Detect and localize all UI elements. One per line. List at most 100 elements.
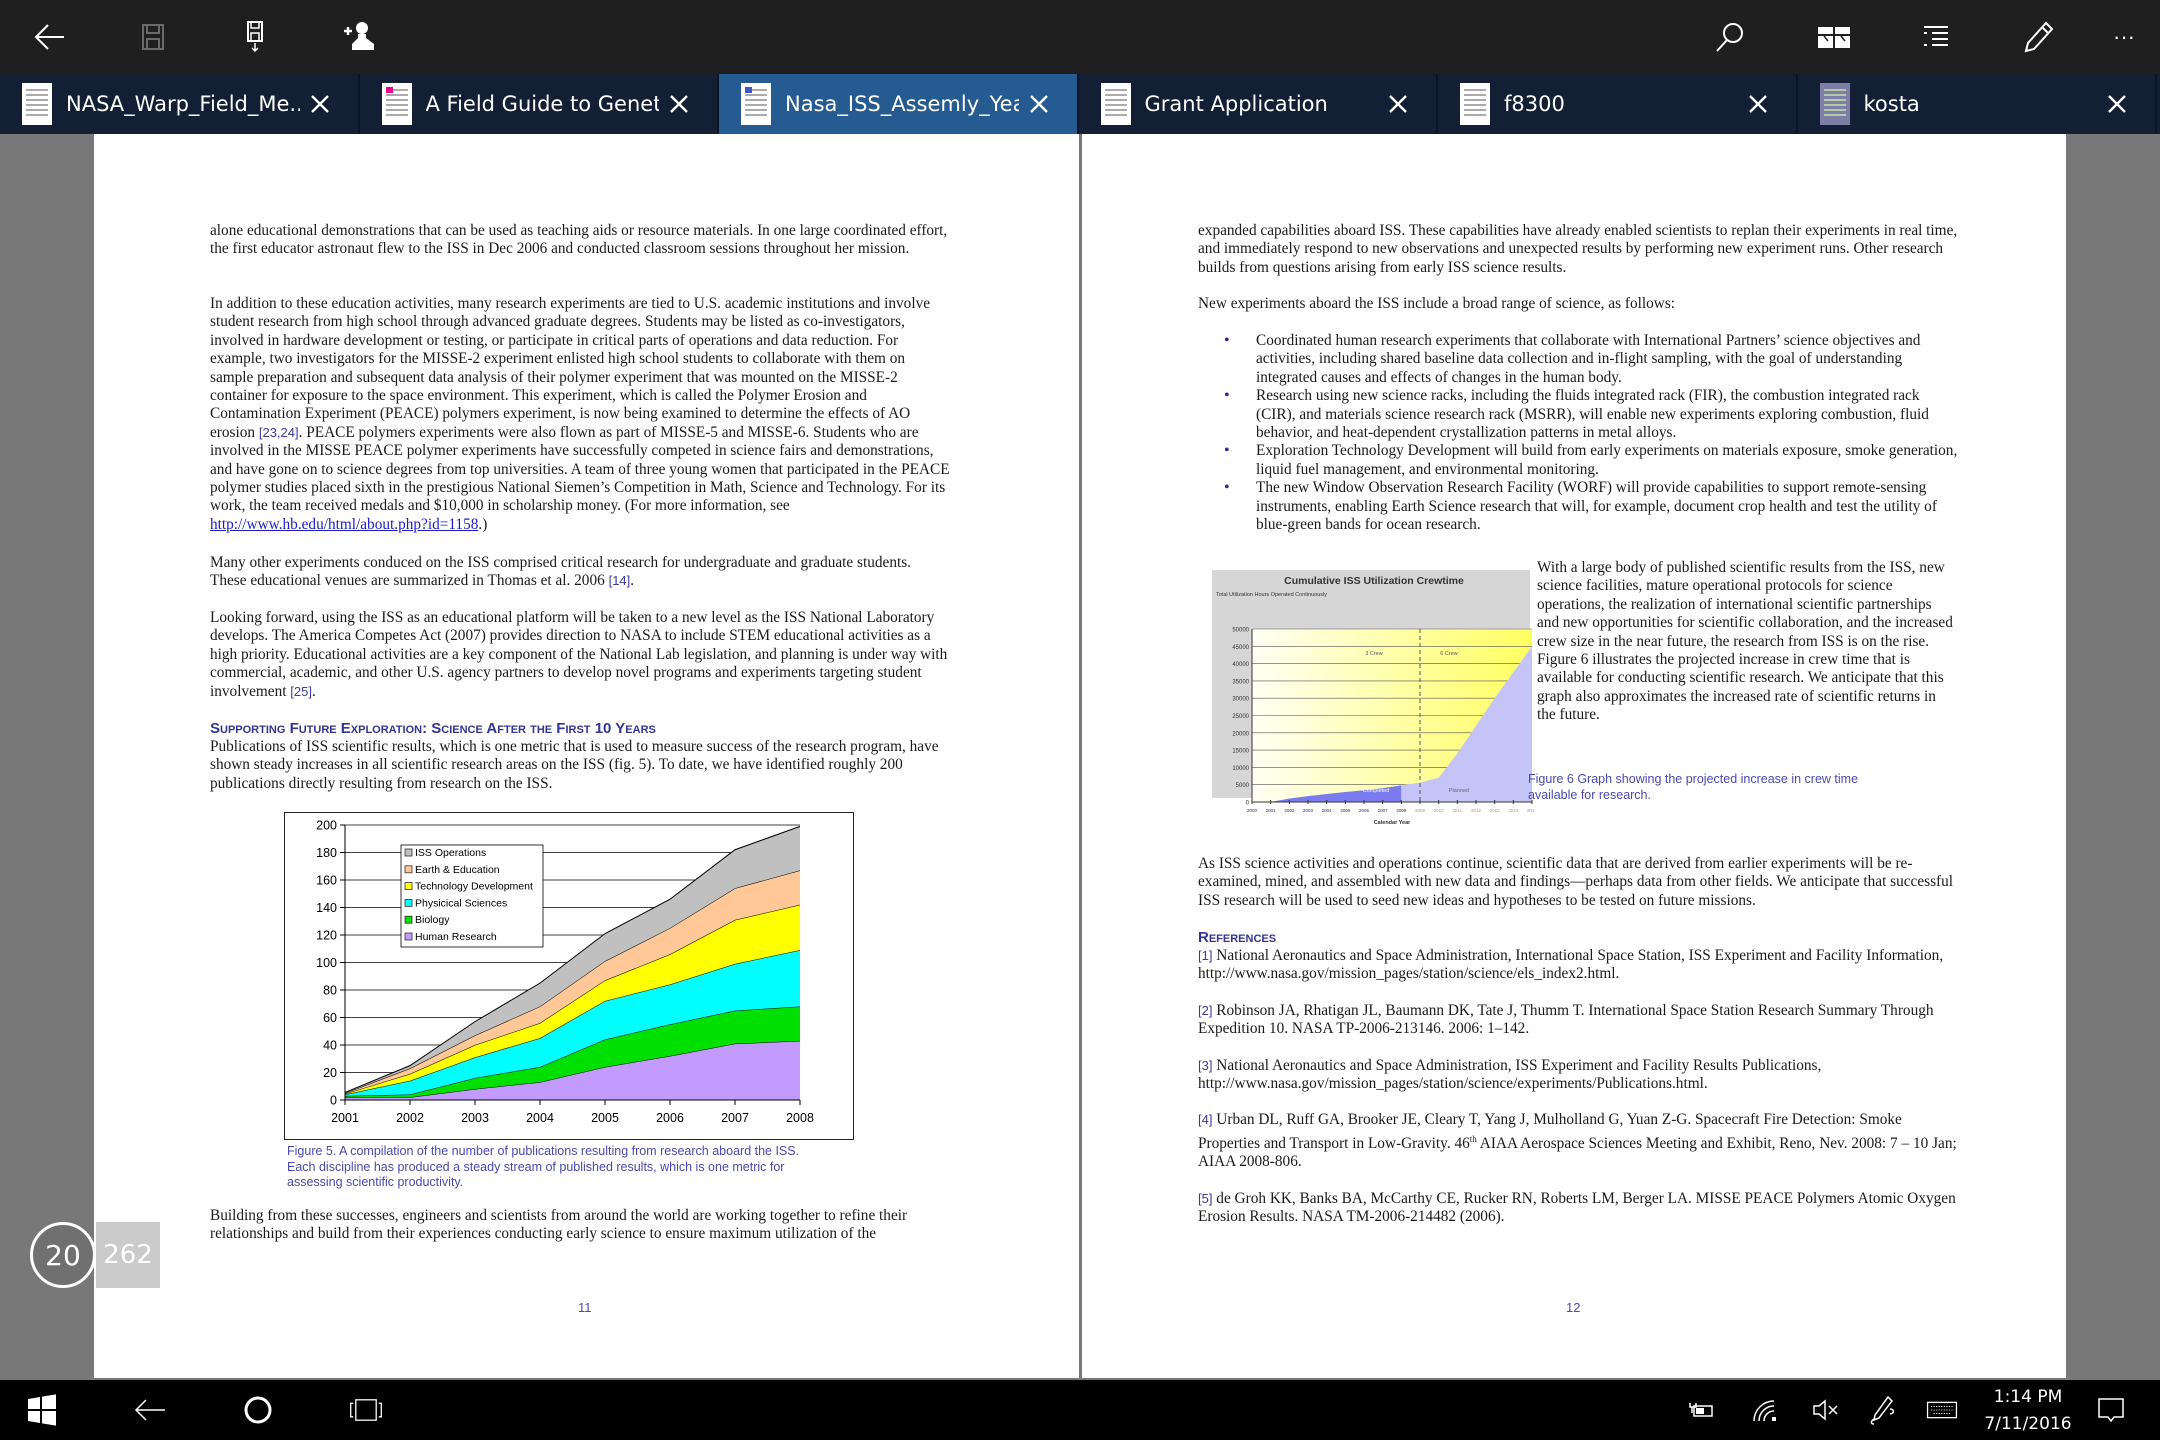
y-tick-label: 40000 xyxy=(1232,662,1249,668)
x-tick-label: 2003 xyxy=(1303,808,1314,813)
save-as-button[interactable] xyxy=(229,11,281,63)
pen-workspace-button[interactable] xyxy=(1866,1388,1900,1432)
citation-link[interactable]: [25] xyxy=(290,684,312,699)
more-button[interactable]: ··· xyxy=(2098,11,2150,63)
y-axis-label: Total Utilization Hours Operated Continu… xyxy=(1216,592,1327,598)
chart-legend: ISS Operations Earth & Education Technolog… xyxy=(400,844,544,948)
cortana-button[interactable] xyxy=(238,1388,278,1432)
tab-label: kosta xyxy=(1863,92,1920,116)
touch-keyboard-button[interactable] xyxy=(1922,1388,1962,1432)
section-heading: Supporting Future Exploration: Science A… xyxy=(210,720,656,737)
list-item: Exploration Technology Development will … xyxy=(1198,442,1958,479)
action-center-button[interactable] xyxy=(2094,1388,2128,1432)
x-tick-label: 2008 xyxy=(786,1111,814,1125)
tab-close-button[interactable] xyxy=(1378,84,1418,124)
clock-time: 1:14 PM xyxy=(1993,1387,2063,1407)
x-tick-label: 2000 xyxy=(1247,808,1258,813)
back-arrow-icon xyxy=(34,24,64,50)
tab-close-button[interactable] xyxy=(659,84,699,124)
legend-label: ISS Operations xyxy=(415,847,486,859)
document-tab[interactable]: kosta xyxy=(1798,74,2157,134)
y-tick-label: 45000 xyxy=(1232,645,1249,651)
pen-workspace-icon xyxy=(1870,1395,1895,1425)
tab-close-button[interactable] xyxy=(1019,84,1059,124)
x-tick-label: 2007 xyxy=(1378,808,1389,813)
share-user-button[interactable] xyxy=(332,11,384,63)
document-tab[interactable]: Grant Application xyxy=(1079,74,1438,134)
chart-annotation: 3 Crew xyxy=(1365,651,1382,657)
x-tick-label: 2009 xyxy=(1415,808,1426,813)
y-tick-label: 40 xyxy=(323,1039,337,1053)
volume-muted-icon xyxy=(1813,1399,1838,1421)
task-view-button[interactable] xyxy=(344,1388,388,1432)
search-button[interactable] xyxy=(1704,11,1756,63)
close-icon xyxy=(1389,95,1407,113)
document-viewer[interactable]: alone educational demonstrations that ca… xyxy=(0,134,2160,1378)
document-tab[interactable]: Nasa_ISS_Assemly_Years xyxy=(719,74,1079,134)
figure-5-chart: 0 20 40 60 80 100 120 140 160 180 200 2001 2002 2003 2… xyxy=(284,812,854,1140)
legend-label: Physicical Sciences xyxy=(415,897,507,909)
citation-link[interactable]: [23,24] xyxy=(259,425,299,440)
x-tick-label: 2001 xyxy=(331,1111,359,1125)
close-icon xyxy=(310,95,329,113)
x-tick-label: 2008 xyxy=(1396,808,1407,813)
battery-indicator[interactable] xyxy=(1686,1388,1720,1432)
crewtime-area-chart: Cumulative ISS Utilization Crewtime Total… xyxy=(1204,560,1538,830)
x-tick-label: 2015 xyxy=(1527,808,1534,813)
annotate-button[interactable] xyxy=(2012,11,2064,63)
page-12: expanded capabilities aboard ISS. These … xyxy=(1082,134,2066,1378)
document-tab[interactable]: f8300 xyxy=(1438,74,1798,134)
x-tick-label: 2013 xyxy=(1490,808,1501,813)
battery-charging-icon xyxy=(1689,1403,1713,1417)
x-tick-label: 2010 xyxy=(1434,808,1445,813)
network-indicator[interactable] xyxy=(1748,1388,1782,1432)
x-tick-label: 2003 xyxy=(461,1111,489,1125)
close-icon xyxy=(1029,95,1048,113)
outline-button[interactable] xyxy=(1910,11,1962,63)
y-tick-label: 35000 xyxy=(1232,679,1249,685)
back-icon xyxy=(134,1399,165,1421)
document-tab[interactable]: A Field Guide to Genet... xyxy=(360,74,719,134)
paragraph: New experiments aboard the ISS include a… xyxy=(1198,295,1676,312)
start-button[interactable] xyxy=(22,1388,62,1432)
x-tick-label: 2002 xyxy=(1284,808,1295,813)
y-tick-label: 120 xyxy=(316,929,337,943)
close-icon xyxy=(1748,95,1767,113)
citation-link[interactable]: [14] xyxy=(609,573,631,588)
reference-item: [1] National Aeronautics and Space Admin… xyxy=(1198,947,1944,983)
back-button[interactable] xyxy=(24,11,76,63)
tab-close-button[interactable] xyxy=(1738,84,1778,124)
document-thumbnail-icon xyxy=(22,83,52,125)
pen-icon xyxy=(2024,21,2054,53)
document-thumbnail-icon xyxy=(1819,83,1850,125)
volume-indicator[interactable] xyxy=(1808,1388,1842,1432)
tab-close-button[interactable] xyxy=(2097,84,2137,124)
paragraph: With a large body of published scientifi… xyxy=(1537,559,1953,724)
legend-swatch xyxy=(404,848,413,857)
tab-close-button[interactable] xyxy=(300,84,340,124)
page-layout-button[interactable] xyxy=(1808,11,1860,63)
windows-start-icon xyxy=(28,1394,56,1426)
paragraph: Publications of ISS scientific results, … xyxy=(210,738,939,792)
hyperlink[interactable]: http://www.hb.edu/html/about.php?id=1158 xyxy=(210,516,478,533)
y-tick-label: 25000 xyxy=(1232,714,1249,720)
y-tick-label: 15000 xyxy=(1232,749,1249,755)
reference-item: [5] de Groh KK, Banks BA, McCarthy CE, R… xyxy=(1198,1189,1956,1226)
document-thumbnail-icon xyxy=(741,83,771,125)
paragraph: Many other experiments conduced on the I… xyxy=(210,554,912,590)
page-counter[interactable]: 20 262 xyxy=(30,1222,160,1288)
system-clock[interactable]: 1:14 PM 7/11/2016 xyxy=(1968,1384,2088,1438)
current-page[interactable]: 20 xyxy=(30,1222,96,1288)
save-button[interactable] xyxy=(127,11,179,63)
legend-label: Human Research xyxy=(415,931,497,943)
list-item: Coordinated human research experiments t… xyxy=(1198,332,1958,387)
legend-label: Earth & Education xyxy=(415,864,500,876)
close-icon xyxy=(670,95,688,113)
x-tick-label: 2005 xyxy=(1340,808,1351,813)
tab-label: NASA_Warp_Field_Me... xyxy=(66,92,300,116)
document-tab[interactable]: NASA_Warp_Field_Me... xyxy=(0,74,360,134)
paragraph: As ISS science activities and operations… xyxy=(1198,855,1954,909)
taskbar-back-button[interactable] xyxy=(130,1388,170,1432)
page-number: 11 xyxy=(578,1300,592,1315)
chart-annotation: Planned xyxy=(1449,788,1469,794)
